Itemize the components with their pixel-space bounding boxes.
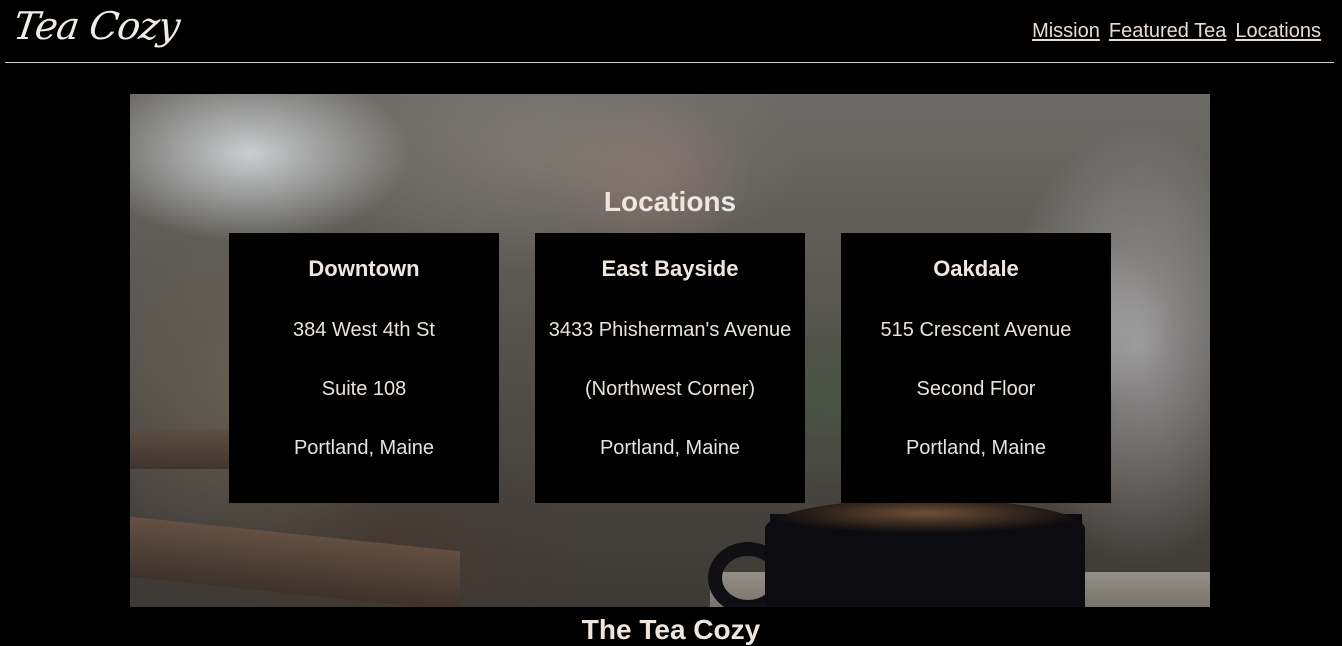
location-address-line: Portland, Maine	[905, 437, 1047, 459]
site-logo[interactable]: Tea Cozy	[11, 4, 182, 48]
location-address-line: Portland, Maine	[293, 437, 435, 459]
location-name: Oakdale	[933, 256, 1019, 281]
background-bench	[130, 516, 460, 607]
coffee-cup-rim	[765, 499, 1085, 607]
location-address-line: 515 Crescent Avenue	[880, 319, 1072, 341]
location-address-line: (Northwest Corner)	[584, 378, 756, 400]
location-card-downtown: Downtown 384 West 4th St Suite 108 Portl…	[229, 233, 499, 503]
location-name: Downtown	[308, 256, 420, 281]
location-address-line: Second Floor	[916, 378, 1036, 400]
location-card-oakdale: Oakdale 515 Crescent Avenue Second Floor…	[841, 233, 1111, 503]
locations-title: Locations	[603, 186, 737, 217]
location-card-east-bayside: East Bayside 3433 Phisherman's Avenue (N…	[535, 233, 805, 503]
nav-link-locations[interactable]: Locations	[1235, 20, 1321, 43]
nav-link-mission[interactable]: Mission	[1032, 20, 1100, 43]
main-nav: Mission Featured Tea Locations	[1032, 20, 1321, 43]
location-address-line: Suite 108	[321, 378, 407, 400]
location-address-line: 3433 Phisherman's Avenue	[548, 319, 792, 341]
location-name: East Bayside	[601, 256, 739, 281]
location-address-line: 384 West 4th St	[293, 319, 435, 341]
location-address-line: Portland, Maine	[599, 437, 741, 459]
site-header: Tea Cozy Mission Featured Tea Locations	[5, 0, 1334, 63]
locations-section: Locations Downtown 384 West 4th St Suite…	[130, 94, 1210, 607]
nav-link-featured-tea[interactable]: Featured Tea	[1109, 20, 1227, 43]
footer-title: The Tea Cozy	[581, 614, 761, 645]
